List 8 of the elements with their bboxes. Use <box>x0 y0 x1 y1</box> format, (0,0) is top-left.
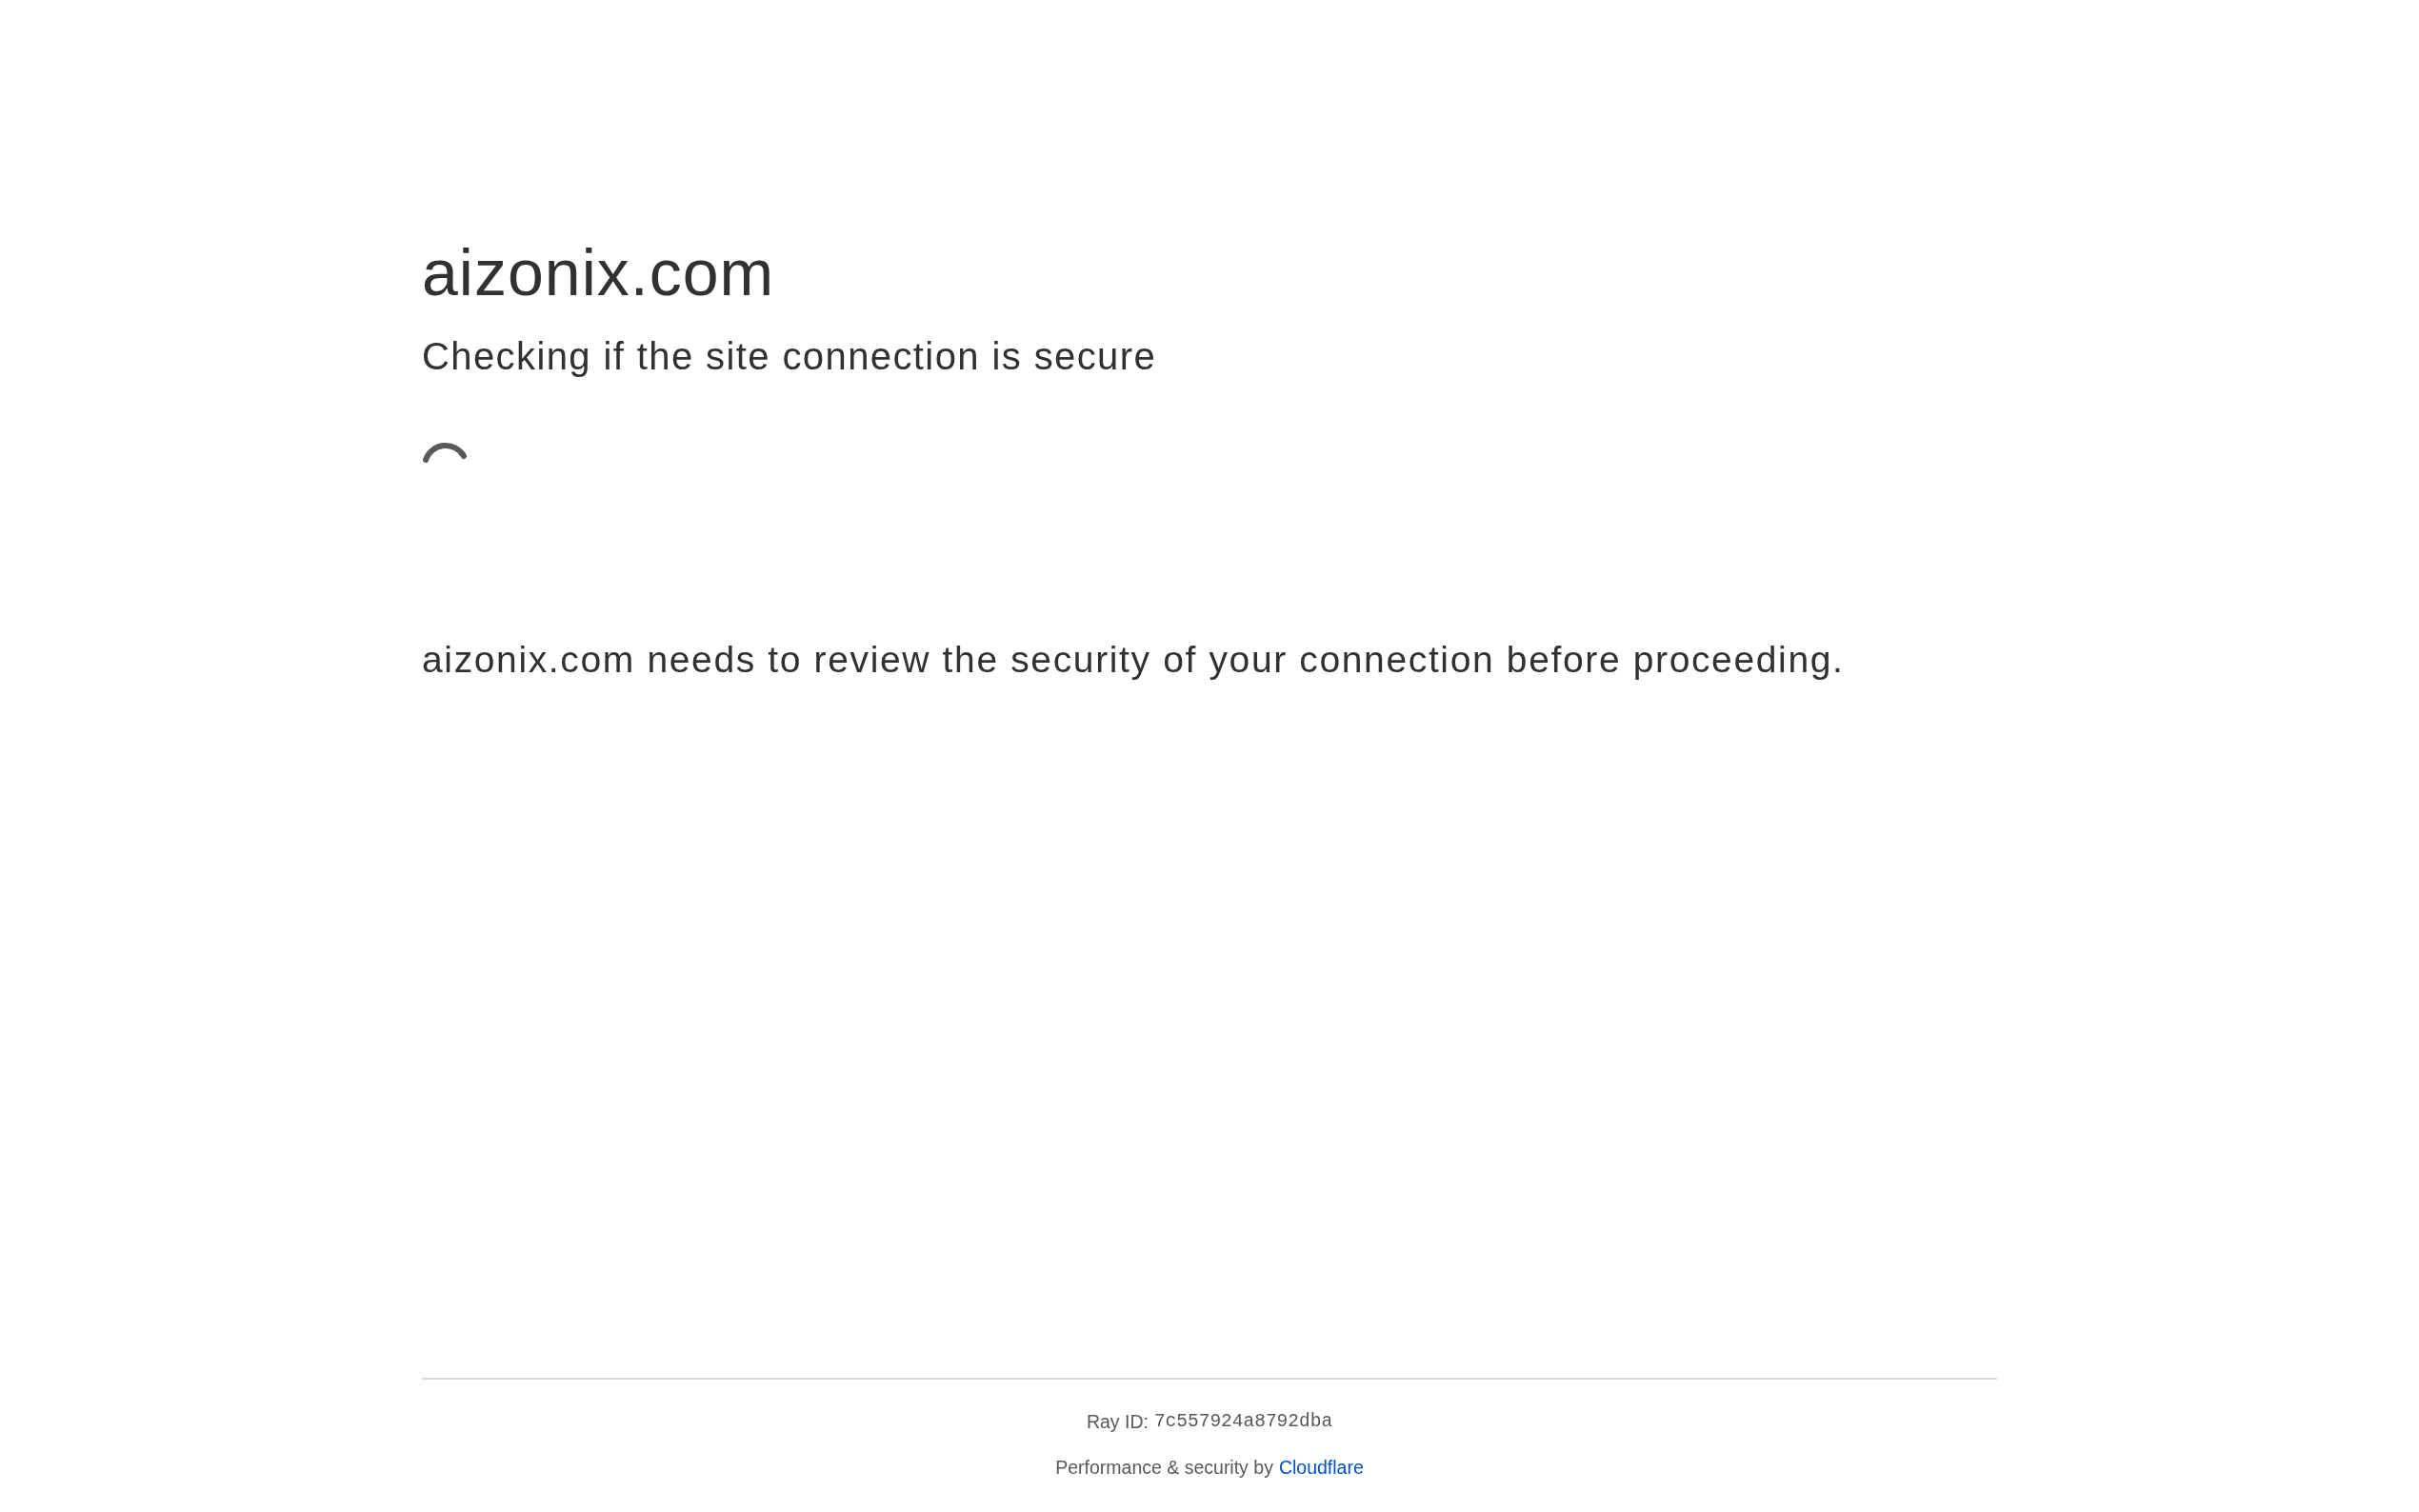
loading-spinner-icon <box>422 440 468 463</box>
cloudflare-link[interactable]: Cloudflare <box>1278 1453 1364 1482</box>
credit-text: Performance & security by <box>1055 1455 1273 1480</box>
status-heading: Checking if the site connection is secure <box>422 333 1158 379</box>
ray-id-value: 7c557924a8792dba <box>1153 1409 1333 1434</box>
site-title: aizonix.com <box>422 235 776 310</box>
security-message: aizonix.com needs to review the security of your connection before proceeding. <box>422 637 1846 682</box>
ray-id-label: Ray ID: <box>1086 1409 1149 1434</box>
